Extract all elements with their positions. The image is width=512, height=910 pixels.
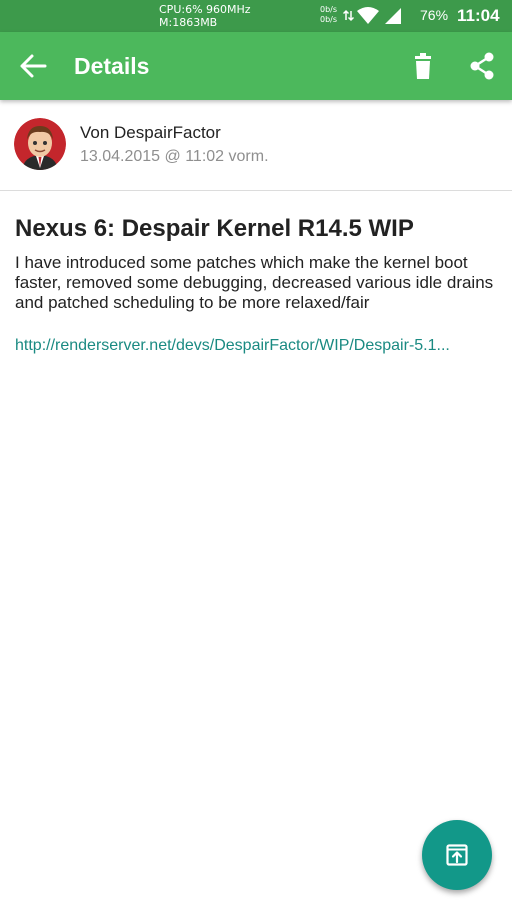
share-icon[interactable] [467, 51, 497, 81]
data-arrows-icon [343, 9, 355, 22]
back-arrow-icon[interactable] [18, 52, 48, 80]
author-avatar [14, 118, 66, 170]
app-bar: Details [0, 32, 512, 100]
post-body: I have introduced some patches which mak… [15, 253, 494, 312]
open-in-browser-icon [446, 844, 468, 866]
post-title: Nexus 6: Despair Kernel R14.5 WIP [15, 215, 414, 242]
author-name: Von DespairFactor [80, 123, 221, 142]
page-title: Details [74, 53, 150, 79]
post-date: 13.04.2015 @ 11:02 vorm. [80, 148, 269, 165]
net-up: 0b/s [320, 5, 338, 14]
open-in-browser-button[interactable] [422, 820, 492, 890]
status-bar: CPU:6% 960MHz M:1863MB 0b/s 0b/s 76% 11:… [0, 0, 512, 32]
signal-icon [385, 8, 401, 24]
author-header: Von DespairFactor 13.04.2015 @ 11:02 vor… [0, 100, 512, 191]
status-icons [343, 7, 401, 24]
wifi-icon [357, 7, 379, 24]
net-down: 0b/s [320, 15, 338, 24]
cpu-line: CPU:6% 960MHz [159, 3, 251, 16]
download-link[interactable]: http://renderserver.net/devs/DespairFact… [15, 336, 497, 356]
cpu-info: CPU:6% 960MHz M:1863MB [159, 3, 251, 29]
battery-percent: 76% [420, 7, 449, 23]
mem-line: M:1863MB [159, 16, 218, 29]
network-speed: 0b/s 0b/s [320, 5, 337, 25]
delete-icon[interactable] [409, 52, 437, 80]
clock: 11:04 [457, 6, 500, 25]
